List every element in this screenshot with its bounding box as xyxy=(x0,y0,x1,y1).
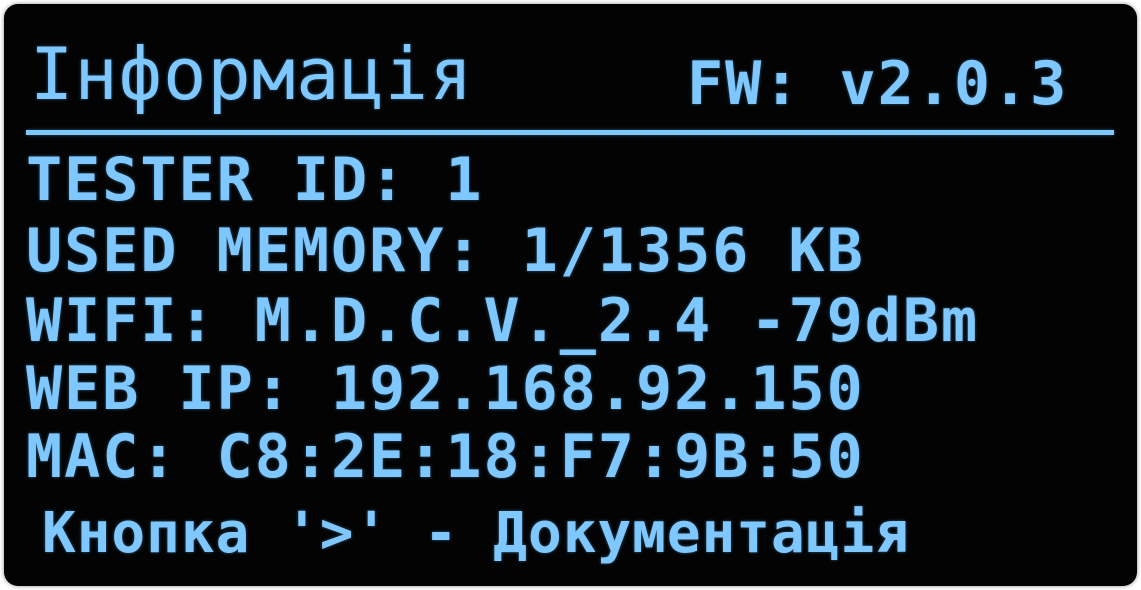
web-ip-label: WEB IP: xyxy=(26,354,293,424)
firmware-version: FW: v2.0.3 xyxy=(687,54,1068,114)
info-row-tester-id: TESTER ID: 1 xyxy=(26,150,483,210)
documentation-hint: Кнопка '>' - Документація xyxy=(42,501,910,566)
web-ip-value: 192.168.92.150 xyxy=(331,354,865,424)
wifi-label: WIFI: xyxy=(26,286,217,356)
tester-id-label: TESTER ID: xyxy=(26,145,408,215)
tester-id-value: 1 xyxy=(445,145,484,215)
firmware-value: v2.0.3 xyxy=(839,49,1069,119)
title-underline xyxy=(26,130,1114,135)
screen-title: Інформація xyxy=(30,32,474,116)
info-row-web-ip: WEB IP: 192.168.92.150 xyxy=(26,359,865,419)
info-row-wifi: WIFI: M.D.C.V._2.4 -79dBm xyxy=(26,291,979,351)
mac-label: MAC: xyxy=(26,422,179,492)
oled-display: Інформація FW: v2.0.3 TESTER ID: 1 USED … xyxy=(4,4,1137,586)
used-memory-label: USED MEMORY: xyxy=(26,216,484,286)
info-row-mac: MAC: C8:2E:18:F7:9B:50 xyxy=(26,427,865,487)
firmware-label: FW: xyxy=(687,49,802,119)
wifi-value: M.D.C.V._2.4 -79dBm xyxy=(254,286,980,356)
info-row-used-memory: USED MEMORY: 1/1356 KB xyxy=(26,221,865,281)
used-memory-value: 1/1356 KB xyxy=(521,216,865,286)
mac-value: C8:2E:18:F7:9B:50 xyxy=(216,422,865,492)
